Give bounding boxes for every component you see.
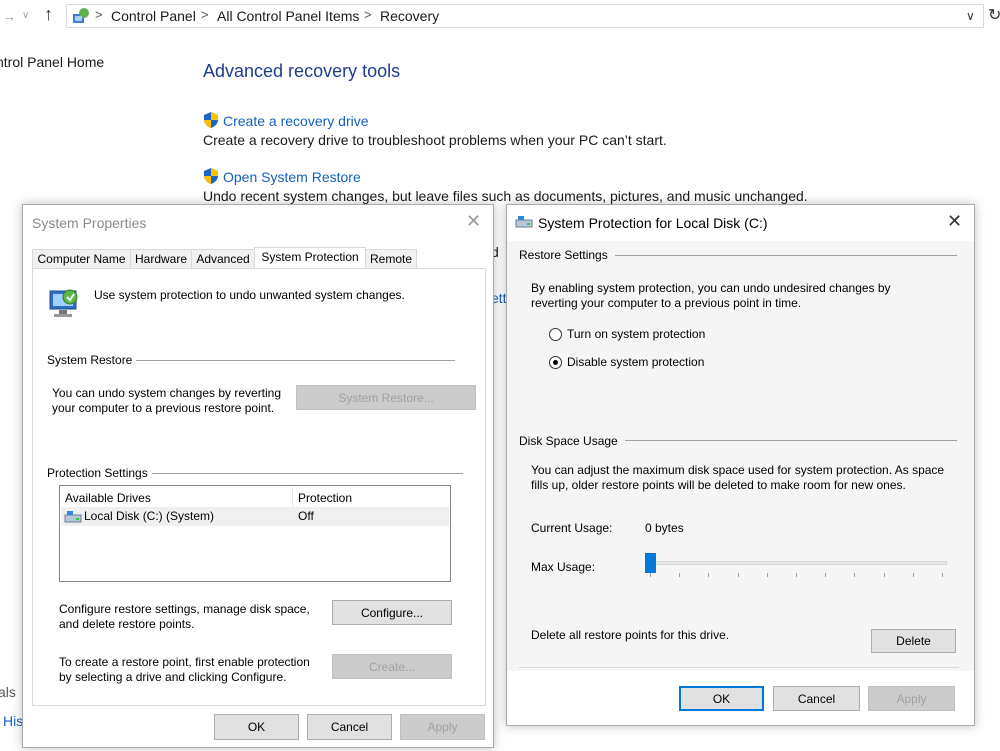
create-text-line1: To create a restore point, first enable … bbox=[59, 655, 310, 669]
restore-settings-text-line2: reverting your computer to a previous po… bbox=[531, 296, 802, 310]
refresh-icon[interactable]: ↻ bbox=[988, 5, 1000, 25]
restore-text-line2: your computer to a previous restore poin… bbox=[52, 401, 275, 415]
disk-space-group-label: Disk Space Usage bbox=[519, 434, 618, 448]
current-usage-label: Current Usage: bbox=[531, 521, 613, 535]
dialog-title: System Protection for Local Disk (C:) bbox=[538, 215, 768, 231]
radio-selected-dot bbox=[553, 360, 558, 365]
create-recovery-drive-link[interactable]: Create a recovery drive bbox=[223, 113, 369, 129]
open-system-restore-description: Undo recent system changes, but leave fi… bbox=[203, 188, 808, 204]
column-divider bbox=[292, 487, 293, 507]
drives-list[interactable]: Available Drives Protection Local Disk (… bbox=[59, 485, 451, 582]
delete-restore-points-text: Delete all restore points for this drive… bbox=[531, 628, 730, 642]
address-bar: → ∨ ↑ > Control Panel > All Control Pane… bbox=[0, 0, 1000, 32]
cancel-button[interactable]: Cancel bbox=[307, 714, 392, 740]
tab-remote[interactable]: Remote bbox=[365, 249, 417, 269]
max-usage-slider[interactable] bbox=[645, 553, 947, 583]
slider-tick bbox=[679, 573, 681, 577]
disable-protection-label[interactable]: Disable system protection bbox=[567, 355, 704, 370]
up-arrow-icon[interactable]: ↑ bbox=[44, 4, 53, 25]
breadcrumb-separator-icon: > bbox=[201, 7, 209, 22]
column-header-protection[interactable]: Protection bbox=[298, 491, 352, 506]
breadcrumb-recovery[interactable]: Recovery bbox=[380, 8, 439, 24]
configure-text-line1: Configure restore settings, manage disk … bbox=[59, 602, 310, 616]
open-system-restore-link[interactable]: Open System Restore bbox=[223, 169, 361, 185]
breadcrumb-separator-icon: > bbox=[95, 7, 103, 22]
control-panel-icon bbox=[72, 7, 90, 28]
slider-tick bbox=[942, 573, 943, 577]
address-dropdown-icon[interactable]: ∨ bbox=[966, 9, 975, 23]
slider-tick bbox=[708, 573, 710, 577]
disable-protection-radio[interactable] bbox=[549, 356, 562, 369]
intro-text: Use system protection to undo unwanted s… bbox=[94, 288, 405, 302]
slider-track bbox=[645, 561, 947, 565]
tab-system-protection[interactable]: System Protection bbox=[254, 247, 366, 270]
apply-button[interactable]: Apply bbox=[400, 714, 485, 740]
group-divider bbox=[625, 440, 957, 441]
system-protection-icon bbox=[47, 285, 83, 324]
dialog-title: System Properties bbox=[32, 215, 147, 231]
see-also-fragment: als bbox=[0, 684, 16, 700]
system-protection-dialog: System Protection for Local Disk (C:) ✕ … bbox=[506, 204, 975, 726]
control-panel-home-link[interactable]: ntrol Panel Home bbox=[0, 54, 104, 70]
protection-settings-group-label: Protection Settings bbox=[47, 466, 152, 480]
table-row[interactable]: Local Disk (C:) (System) Off bbox=[61, 507, 449, 526]
restore-settings-group-label: Restore Settings bbox=[519, 248, 608, 262]
delete-button[interactable]: Delete bbox=[871, 629, 956, 653]
close-icon[interactable]: ✕ bbox=[947, 211, 962, 232]
cancel-button[interactable]: Cancel bbox=[773, 686, 860, 711]
system-restore-group-label: System Restore bbox=[47, 353, 137, 367]
uac-shield-icon bbox=[203, 168, 219, 184]
configure-text-line2: and delete restore points. bbox=[59, 617, 195, 631]
apply-button[interactable]: Apply bbox=[868, 686, 955, 711]
ok-button[interactable]: OK bbox=[214, 714, 299, 740]
group-divider bbox=[615, 255, 957, 256]
drive-name: Local Disk (C:) (System) bbox=[84, 509, 215, 523]
tab-computer-name[interactable]: Computer Name bbox=[32, 249, 131, 269]
drive-icon bbox=[515, 215, 533, 232]
slider-tick bbox=[883, 573, 885, 577]
restore-text-line1: You can undo system changes by reverting bbox=[52, 386, 282, 400]
current-usage-value: 0 bytes bbox=[645, 521, 684, 535]
ok-button[interactable]: OK bbox=[679, 686, 764, 711]
tab-advanced[interactable]: Advanced bbox=[191, 249, 255, 269]
recent-locations-chevron-icon[interactable]: ∨ bbox=[22, 10, 29, 21]
breadcrumb-separator-icon: > bbox=[364, 7, 372, 22]
slider-tick bbox=[796, 573, 797, 577]
slider-tick bbox=[912, 573, 914, 577]
breadcrumb-control-panel[interactable]: Control Panel bbox=[111, 8, 196, 24]
drive-icon bbox=[64, 510, 82, 527]
turn-on-protection-label[interactable]: Turn on system protection bbox=[567, 327, 705, 342]
page-title: Advanced recovery tools bbox=[203, 61, 401, 81]
restore-settings-text-line1: By enabling system protection, you can u… bbox=[531, 281, 891, 295]
tab-hardware[interactable]: Hardware bbox=[130, 249, 192, 269]
close-icon[interactable]: ✕ bbox=[466, 211, 481, 232]
configure-button[interactable]: Configure... bbox=[332, 600, 452, 625]
create-text-line2: by selecting a drive and clicking Config… bbox=[59, 670, 287, 684]
system-restore-button[interactable]: System Restore... bbox=[296, 385, 476, 410]
slider-tick bbox=[825, 573, 827, 577]
tab-panel: Use system protection to undo unwanted s… bbox=[32, 268, 486, 706]
disk-space-text-line2: fills up, older restore points will be d… bbox=[531, 478, 906, 492]
slider-tick bbox=[650, 573, 651, 577]
forward-arrow-icon[interactable]: → bbox=[2, 8, 16, 24]
slider-tick bbox=[766, 573, 768, 577]
uac-shield-icon bbox=[203, 112, 219, 128]
create-recovery-drive-description: Create a recovery drive to troubleshoot … bbox=[203, 132, 667, 148]
system-properties-dialog: System Properties ✕ Computer Name Hardwa… bbox=[22, 204, 494, 748]
history-link-fragment[interactable]: His bbox=[3, 713, 23, 729]
create-button[interactable]: Create... bbox=[332, 654, 452, 679]
max-usage-label: Max Usage: bbox=[531, 560, 596, 574]
drive-protection-status: Off bbox=[298, 509, 314, 523]
slider-thumb[interactable] bbox=[645, 553, 656, 573]
disk-space-text-line1: You can adjust the maximum disk space us… bbox=[531, 463, 945, 477]
slider-tick bbox=[854, 573, 856, 577]
slider-tick bbox=[737, 573, 739, 577]
column-header-drives[interactable]: Available Drives bbox=[65, 491, 151, 506]
divider bbox=[519, 667, 959, 668]
tab-strip: Computer Name Hardware Advanced System P… bbox=[32, 247, 484, 270]
dialog-body: Restore Settings By enabling system prot… bbox=[507, 241, 974, 671]
turn-on-protection-radio[interactable] bbox=[549, 328, 562, 341]
breadcrumb-all-items[interactable]: All Control Panel Items bbox=[217, 8, 359, 24]
